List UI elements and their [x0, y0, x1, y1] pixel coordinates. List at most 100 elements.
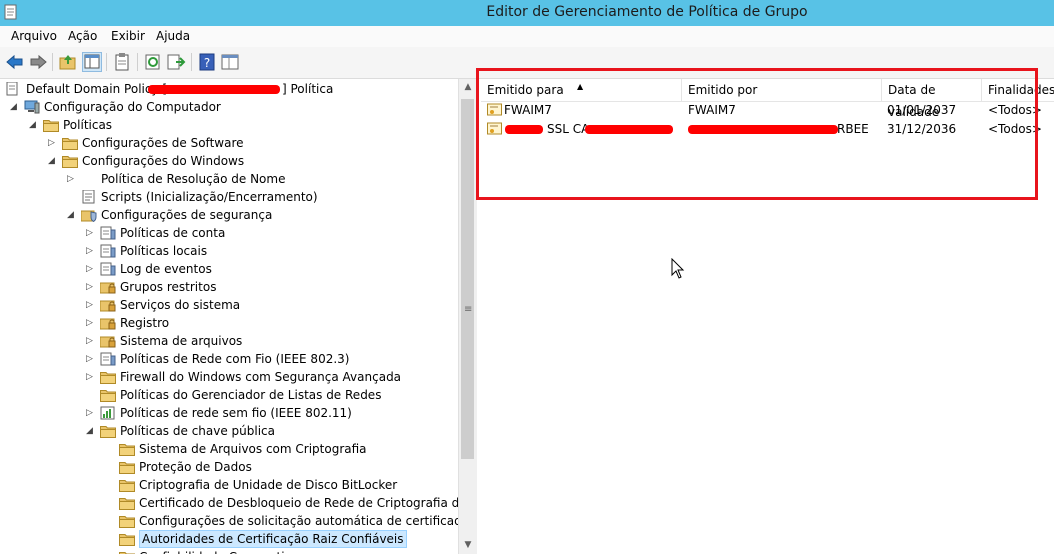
locked-folder-icon — [99, 316, 116, 330]
tree-item-label: Configuração do Computador — [44, 100, 221, 114]
menu-arquivo[interactable]: Arquivo — [11, 29, 57, 43]
menu-ajuda[interactable]: Ajuda — [156, 29, 190, 43]
tree-item-label: Configurações do Windows — [82, 154, 245, 168]
tree-item-label: Sistema de Arquivos com Criptografia — [139, 442, 367, 456]
scroll-down-arrow-icon[interactable]: ▼ — [459, 537, 477, 554]
tree-item-label: Políticas de chave pública — [120, 424, 276, 438]
back-arrow-icon[interactable] — [5, 52, 25, 72]
menu-acao[interactable]: Ação — [68, 29, 97, 43]
folder-icon — [119, 514, 135, 528]
tree-item-label: Autoridades de Certificação Raiz Confiáv… — [139, 530, 407, 548]
redaction-mark — [505, 125, 543, 134]
locked-folder-icon — [99, 334, 116, 348]
tree-item-label: Configurações de solicitação automática … — [139, 514, 458, 528]
redaction-mark — [688, 125, 838, 134]
show-hide-tree-icon[interactable] — [82, 52, 102, 72]
cell-issued-to: FWAIM7 — [504, 103, 552, 117]
policy-icon — [100, 226, 116, 240]
chart-icon — [100, 406, 116, 420]
expand-arrow-icon[interactable]: ▷ — [86, 350, 96, 368]
tree-root-prefix: Default Domain Policy [ — [26, 82, 168, 96]
folder-icon — [119, 532, 135, 546]
folder-icon — [119, 442, 135, 456]
menu-bar: Arquivo Ação Exibir Ajuda — [0, 26, 1054, 47]
folder-icon — [119, 550, 135, 554]
tree-item-label: Política de Resolução de Nome — [101, 172, 286, 186]
folder-icon — [62, 154, 78, 168]
script-icon — [81, 189, 97, 204]
document-icon — [6, 82, 18, 96]
expand-arrow-icon[interactable]: ▷ — [86, 368, 96, 386]
sort-ascending-icon: ▲ — [577, 82, 584, 91]
expand-arrow-icon[interactable]: ▷ — [86, 242, 96, 260]
folder-icon — [43, 118, 59, 132]
folder-icon — [119, 478, 135, 492]
expand-arrow-icon[interactable]: ▷ — [48, 134, 58, 152]
svg-text:?: ? — [204, 56, 210, 70]
clipboard-icon[interactable] — [112, 52, 132, 72]
cell-issued-by: RBEE — [837, 122, 869, 136]
expand-arrow-icon[interactable]: ▷ — [86, 278, 96, 296]
console-tree[interactable]: Default Domain Policy [ ] Política ◢ Conf… — [0, 79, 458, 554]
cell-expiry: 01/01/2037 — [887, 103, 957, 117]
refresh-icon[interactable] — [143, 52, 163, 72]
collapse-arrow-icon[interactable]: ◢ — [86, 422, 96, 440]
security-folder-icon — [80, 208, 97, 223]
export-list-icon[interactable] — [166, 52, 186, 72]
tree-item-label: Log de eventos — [120, 262, 212, 276]
tree-item-label: Firewall do Windows com Segurança Avança… — [120, 370, 402, 384]
tree-item-label: Grupos restritos — [120, 280, 217, 294]
redaction-mark — [585, 125, 673, 134]
certificate-icon — [487, 122, 502, 135]
expand-arrow-icon[interactable]: ▷ — [67, 170, 77, 188]
collapse-arrow-icon[interactable]: ◢ — [48, 152, 58, 170]
policy-icon — [100, 352, 116, 366]
folder-icon — [100, 370, 116, 384]
grip-icon: ≡ — [464, 304, 473, 315]
tree-scrollbar[interactable]: ▲ ≡ ▼ — [458, 79, 477, 554]
scroll-up-arrow-icon[interactable]: ▲ — [459, 79, 477, 96]
expand-arrow-icon[interactable]: ▷ — [86, 332, 96, 350]
table-row[interactable]: FWAIM7 FWAIM7 01/01/2037 <Todos> — [481, 101, 1054, 119]
column-header-expiry[interactable]: Data de validade — [882, 79, 982, 119]
folder-icon — [119, 496, 135, 510]
certificate-list[interactable]: Emitido para ▲ Emitido por Data de valid… — [481, 79, 1054, 554]
column-header-issued-by[interactable]: Emitido por — [682, 79, 882, 101]
table-row[interactable]: SSL CA RBEE 31/12/2036 <Todos> — [481, 120, 1054, 138]
column-header-purposes[interactable]: Finalidades — [982, 79, 1054, 101]
tree-item-label: Políticas de Rede com Fio (IEEE 802.3) — [120, 352, 350, 366]
expand-arrow-icon[interactable]: ▷ — [86, 296, 96, 314]
expand-arrow-icon[interactable]: ▷ — [86, 260, 96, 278]
tree-item-label: Políticas locais — [120, 244, 208, 258]
expand-arrow-icon[interactable]: ▷ — [86, 224, 96, 242]
tree-item-label: Configurações de Software — [82, 136, 244, 150]
tree-item-label: Certificado de Desbloqueio de Rede de Cr… — [139, 496, 458, 510]
cell-issued-by: FWAIM7 — [688, 103, 736, 117]
cell-purposes: <Todos> — [988, 103, 1042, 117]
collapse-arrow-icon[interactable]: ◢ — [29, 116, 39, 134]
locked-folder-icon — [99, 298, 116, 312]
tree-item-label: Configurações de segurança — [101, 208, 273, 222]
tree-item-label: Sistema de arquivos — [120, 334, 243, 348]
tree-root-suffix: ] Política — [282, 82, 334, 96]
scrollbar-thumb[interactable] — [461, 99, 474, 459]
help-icon[interactable]: ? — [197, 52, 217, 72]
up-folder-icon[interactable] — [58, 52, 78, 72]
cell-expiry: 31/12/2036 — [887, 122, 957, 136]
menu-exibir[interactable]: Exibir — [111, 29, 145, 43]
forward-arrow-icon[interactable] — [28, 52, 48, 72]
tree-item-label: Proteção de Dados — [139, 460, 252, 474]
folder-icon — [100, 388, 116, 402]
tree-item-label: Políticas do Gerenciador de Listas de Re… — [120, 388, 382, 402]
list-header: Emitido para ▲ Emitido por Data de valid… — [481, 79, 1054, 119]
expand-arrow-icon[interactable]: ▷ — [86, 314, 96, 332]
properties-pane-icon[interactable] — [220, 52, 240, 72]
collapse-arrow-icon[interactable]: ◢ — [10, 98, 20, 116]
collapse-arrow-icon[interactable]: ◢ — [67, 206, 77, 224]
folder-icon — [62, 136, 78, 150]
window-title: Editor de Gerenciamento de Política de G… — [486, 4, 808, 20]
tree-item-label: Políticas de rede sem fio (IEEE 802.11) — [120, 406, 352, 420]
cell-issued-to: SSL CA — [547, 122, 590, 136]
expand-arrow-icon[interactable]: ▷ — [86, 404, 96, 422]
tree-item-label: Criptografia de Unidade de Disco BitLock… — [139, 478, 398, 492]
